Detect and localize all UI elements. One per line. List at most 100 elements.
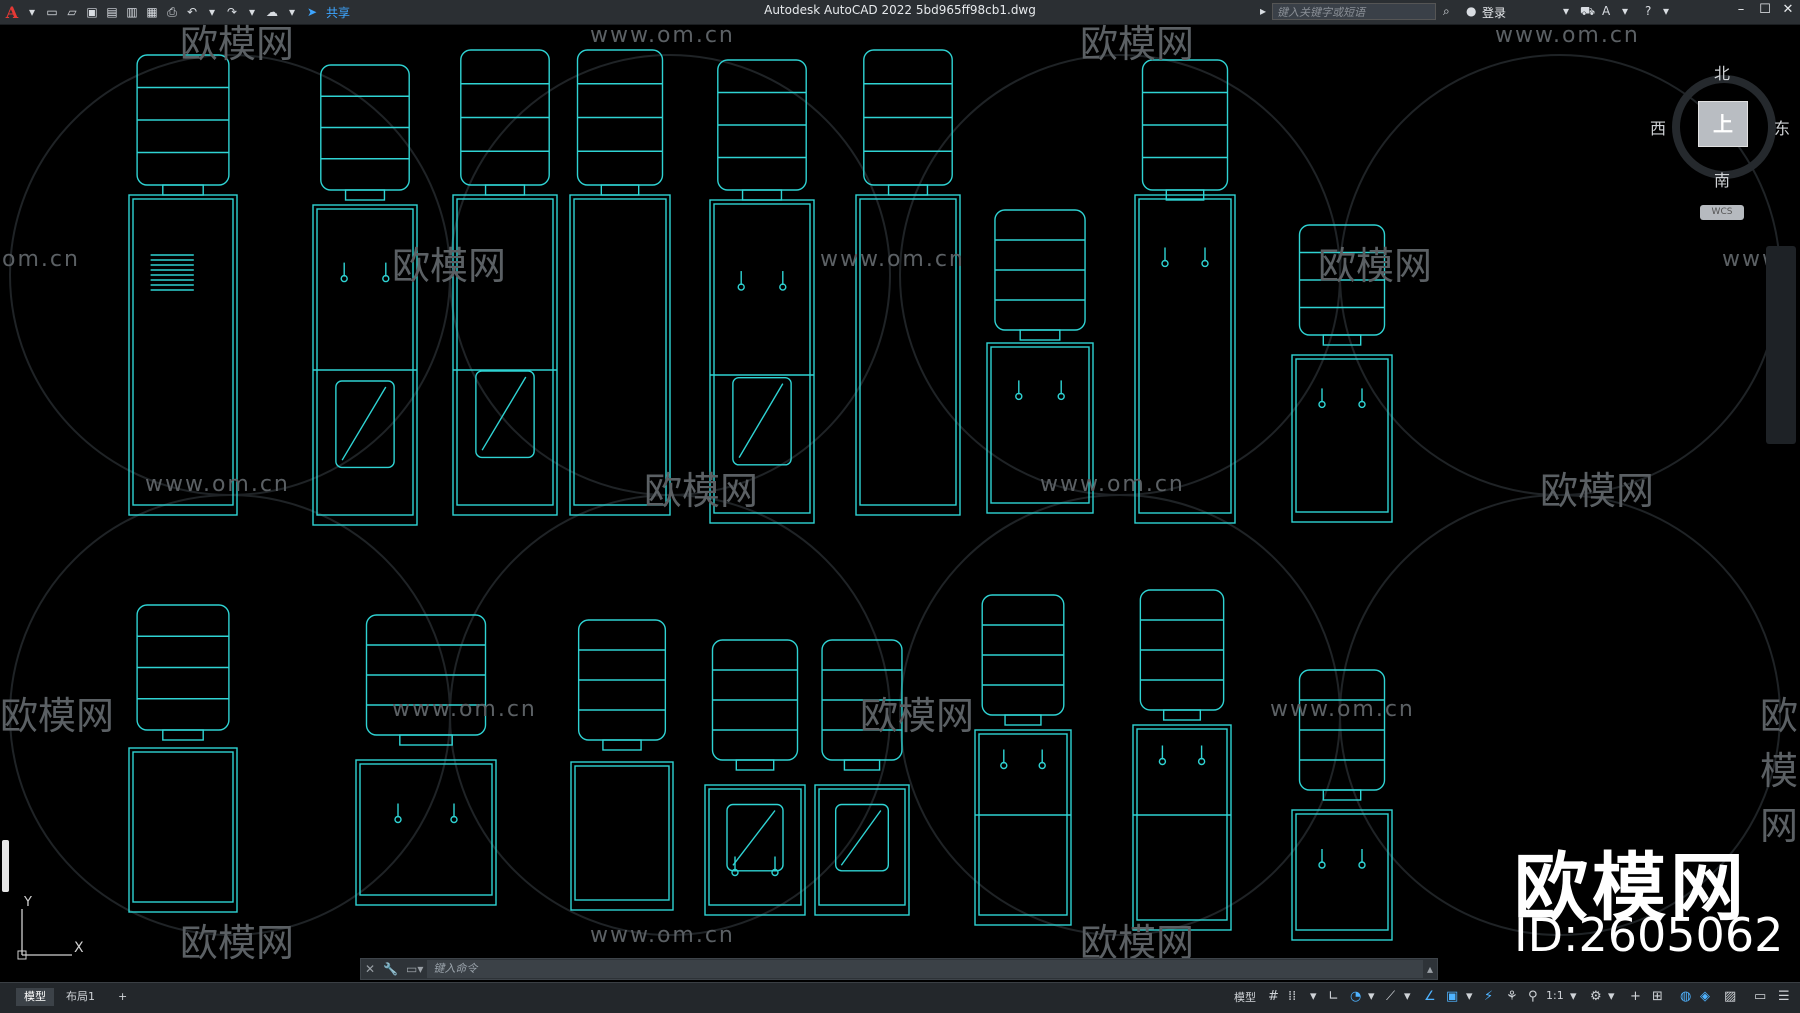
share-icon[interactable]: ➤ — [304, 4, 320, 20]
annotation-scale-value[interactable]: 1:1 — [1546, 989, 1564, 1002]
command-input[interactable]: 键入命令 — [427, 960, 1423, 978]
workspace-icon[interactable]: ☁ — [264, 4, 280, 20]
viewcube-top-face[interactable]: 上 — [1698, 101, 1748, 147]
undo-icon[interactable]: ↶ — [184, 4, 200, 20]
save-icon[interactable]: ▣ — [84, 4, 100, 20]
scroll-handle[interactable] — [2, 840, 9, 892]
door-glass-line — [732, 810, 776, 866]
open-icon[interactable]: ▱ — [64, 4, 80, 20]
model-space-button[interactable]: 模型 — [1234, 989, 1256, 1005]
snap-icon[interactable]: ⁞⁞ — [1288, 989, 1296, 1004]
dispenser-panel — [1138, 198, 1232, 514]
help-dropdown-icon[interactable]: ▾ — [1663, 4, 1669, 18]
clean-screen-icon[interactable]: ▨ — [1724, 989, 1736, 1004]
login-dropdown-icon[interactable]: ▾ — [1563, 4, 1569, 18]
id-watermark: ID:2605062 — [1514, 908, 1784, 962]
undo-dropdown-icon[interactable]: ▾ — [204, 4, 220, 20]
compass-west[interactable]: 西 — [1650, 115, 1666, 139]
publish-icon[interactable]: ▦ — [144, 4, 160, 20]
new-icon[interactable]: ▭ — [44, 4, 60, 20]
scale-dropdown-icon[interactable]: ▾ — [1570, 989, 1577, 1004]
units-icon[interactable]: ⊞ — [1652, 989, 1663, 1004]
isolate-objects-icon[interactable]: ◍ — [1680, 989, 1691, 1004]
dispenser-body — [452, 194, 558, 516]
dispenser-panel — [1295, 358, 1389, 513]
expand-arrow-icon[interactable]: ▸ — [1260, 4, 1266, 18]
autodesk-app-icon[interactable]: A — [1602, 4, 1610, 18]
polar-icon[interactable]: ◔ — [1350, 989, 1361, 1004]
cart-icon[interactable]: ⛟ — [1580, 4, 1595, 20]
hardware-acceleration-icon[interactable]: ◈ — [1700, 989, 1710, 1004]
door-glass-line — [840, 810, 882, 866]
viewcube[interactable]: 北 南 西 东 上 — [1650, 55, 1790, 195]
dispenser-panel — [132, 751, 234, 903]
object-snap-dropdown-icon[interactable]: ▾ — [1466, 989, 1473, 1004]
bottle-neck — [602, 739, 642, 751]
saveas-icon[interactable]: ▤ — [104, 4, 120, 20]
polar-dropdown-icon[interactable]: ▾ — [1368, 989, 1375, 1004]
dispenser-body — [1291, 354, 1393, 523]
maximize-icon[interactable]: ☐ — [1755, 2, 1775, 20]
search-input[interactable]: 键入关键字或短语 — [1272, 3, 1436, 20]
bottle-neck — [600, 184, 640, 196]
dispenser-panel — [132, 198, 234, 506]
ucs-y-label: Y — [24, 895, 32, 910]
login-button[interactable]: 登录 — [1482, 4, 1506, 21]
annotation-visibility-icon[interactable]: ⚡ — [1484, 989, 1493, 1004]
command-close-icon[interactable]: ✕ — [361, 962, 379, 976]
share-button[interactable]: 共享 — [326, 4, 350, 21]
compass-east[interactable]: 东 — [1774, 115, 1790, 139]
snap-dropdown-icon[interactable]: ▾ — [1310, 989, 1317, 1004]
watermark-circles — [9, 54, 1781, 936]
user-icon[interactable]: ● — [1466, 4, 1476, 18]
compass-south[interactable]: 南 — [1714, 167, 1730, 191]
command-expand-icon[interactable]: ▴ — [1423, 962, 1437, 976]
ortho-icon[interactable]: ∟ — [1328, 989, 1339, 1004]
dispenser-body — [1134, 194, 1236, 524]
minimize-icon[interactable]: – — [1731, 2, 1751, 20]
annotation-scale-icon[interactable]: ⚲ — [1528, 989, 1538, 1004]
plot-icon[interactable]: ▥ — [124, 4, 140, 20]
customize-icon[interactable]: ▾ — [284, 4, 300, 20]
customization-menu-icon[interactable]: ☰ — [1778, 989, 1790, 1004]
search-icon[interactable]: ⌕ — [1443, 4, 1450, 19]
isodraft-icon[interactable]: ⟋ — [1386, 989, 1395, 1004]
apps-dropdown-icon[interactable]: ▾ — [1622, 4, 1628, 18]
dispenser-body — [1132, 724, 1232, 931]
grid-icon[interactable]: # — [1268, 989, 1279, 1004]
redo-icon[interactable]: ↷ — [224, 4, 240, 20]
auto-scale-icon[interactable]: ⚘ — [1506, 989, 1518, 1004]
isodraft-dropdown-icon[interactable]: ▾ — [1404, 989, 1411, 1004]
annotation-monitor-icon[interactable]: + — [1630, 989, 1641, 1004]
object-snap-tracking-icon[interactable]: ∠ — [1424, 989, 1436, 1004]
bottle-neck — [162, 184, 204, 196]
bottle-neck — [1019, 329, 1061, 341]
redo-dropdown-icon[interactable]: ▾ — [244, 4, 260, 20]
workspace-gear-icon[interactable]: ⚙ — [1590, 989, 1602, 1004]
add-layout-button[interactable]: + — [110, 988, 135, 1006]
fullscreen-icon[interactable]: ▭ — [1754, 989, 1766, 1004]
close-icon[interactable]: ✕ — [1778, 2, 1798, 20]
cabinet-door — [335, 380, 395, 469]
dropdown-icon[interactable]: ▾ — [24, 4, 40, 20]
bottle-neck — [484, 184, 526, 196]
app-menu-button[interactable]: A — [4, 3, 20, 22]
navigation-bar[interactable] — [1766, 246, 1796, 444]
dispenser-body — [570, 761, 674, 911]
tab-layout1[interactable]: 布局1 — [58, 988, 103, 1006]
help-icon[interactable]: ? — [1645, 4, 1651, 18]
command-line: ✕ 🔧 ▭▾ 键入命令 ▴ — [360, 958, 1438, 980]
object-snap-icon[interactable]: ▣ — [1446, 989, 1458, 1004]
workspace-dropdown-icon[interactable]: ▾ — [1608, 989, 1615, 1004]
tab-model[interactable]: 模型 — [16, 988, 54, 1006]
compass-north[interactable]: 北 — [1714, 60, 1730, 84]
wcs-menu[interactable]: WCS — [1700, 205, 1744, 220]
dispenser-body — [974, 729, 1072, 926]
ucs-icon: Y X — [14, 895, 94, 967]
print-icon[interactable]: ⎙ — [164, 4, 180, 20]
dispenser-body — [312, 204, 418, 526]
bottle-neck — [344, 189, 386, 201]
water-dispenser-drawings — [128, 49, 1393, 941]
customize-wrench-icon[interactable]: 🔧 — [379, 962, 402, 976]
command-history-icon[interactable]: ▭▾ — [402, 962, 427, 976]
